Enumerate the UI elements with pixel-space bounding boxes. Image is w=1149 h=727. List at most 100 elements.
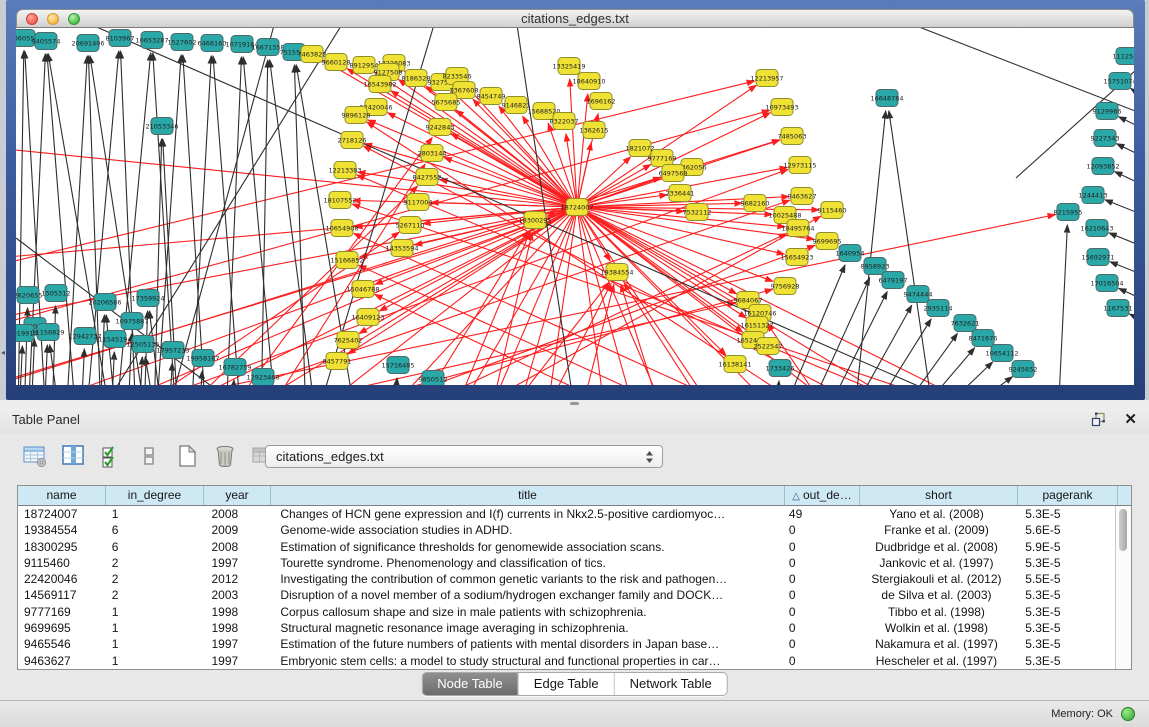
divider-collapse-arrow[interactable]: ◂ xyxy=(1,348,5,357)
cell-in_degree[interactable]: 1 xyxy=(106,506,204,522)
cell-name[interactable]: 9463627 xyxy=(18,653,106,669)
cell-year[interactable]: 1997 xyxy=(204,636,271,652)
graph-node[interactable]: 2522547 xyxy=(754,338,783,355)
graph-node[interactable]: 9682160 xyxy=(741,195,770,212)
cell-short[interactable]: Tibbo et al. (1998) xyxy=(858,604,1016,620)
cell-title[interactable]: Structural magnetic resonance image aver… xyxy=(270,620,783,636)
table-row[interactable]: 1872400712008Changes of HCN gene express… xyxy=(18,506,1115,522)
column-visibility-button[interactable] xyxy=(58,441,88,471)
cell-short[interactable]: Franke et al. (2009) xyxy=(858,522,1016,538)
cell-short[interactable]: Hescheler et al. (1997) xyxy=(858,653,1016,669)
cell-pagerank[interactable]: 5.9E-5 xyxy=(1015,539,1115,555)
graph-node[interactable]: 6497568 xyxy=(659,165,688,182)
column-header-title[interactable]: title xyxy=(271,486,785,505)
cell-pagerank[interactable]: 5.3E-5 xyxy=(1015,636,1115,652)
graph-node[interactable]: 1527602 xyxy=(168,34,197,51)
graph-edge[interactable] xyxy=(868,319,931,385)
graph-node[interactable]: 8427552 xyxy=(413,169,442,186)
graph-node[interactable]: 8103967 xyxy=(106,30,135,47)
graph-edge[interactable] xyxy=(1119,117,1134,140)
cell-year[interactable]: 1997 xyxy=(204,653,271,669)
graph-node[interactable]: 18107552 xyxy=(323,192,356,209)
graph-node[interactable]: 15692971 xyxy=(1081,249,1114,266)
graph-node[interactable]: 12213383 xyxy=(328,162,361,179)
graph-node[interactable]: 16210643 xyxy=(1080,220,1113,237)
graph-node[interactable]: 1733426 xyxy=(766,360,795,377)
selection-mode-button[interactable] xyxy=(96,441,126,471)
graph-node[interactable]: 15751074 xyxy=(1103,73,1134,90)
graph-node[interactable]: 13325419 xyxy=(552,58,585,75)
graph-node[interactable]: 9117004 xyxy=(404,194,433,211)
graph-node[interactable]: 9227343 xyxy=(1091,130,1120,147)
cell-out_de[interactable]: 0 xyxy=(783,587,858,603)
cell-name[interactable]: 9115460 xyxy=(18,555,106,571)
graph-node[interactable]: 8322037 xyxy=(550,113,579,130)
graph-node[interactable]: 5267110 xyxy=(396,217,425,234)
cell-year[interactable]: 1998 xyxy=(204,604,271,620)
cell-in_degree[interactable]: 1 xyxy=(106,604,204,620)
column-header-short[interactable]: short xyxy=(860,486,1018,505)
cell-in_degree[interactable]: 1 xyxy=(106,620,204,636)
cell-in_degree[interactable]: 2 xyxy=(106,555,204,571)
cell-title[interactable]: Changes of HCN gene expression and I(f) … xyxy=(270,506,783,522)
graph-node[interactable]: 2620655 xyxy=(16,287,42,304)
network-table-selector[interactable]: citations_edges.txt xyxy=(265,445,663,468)
graph-node[interactable]: 17359924 xyxy=(131,290,164,307)
cell-name[interactable]: 18300295 xyxy=(18,539,106,555)
graph-edge[interactable] xyxy=(577,94,588,207)
cell-title[interactable]: Estimation of significance thresholds fo… xyxy=(270,539,783,555)
graph-node[interactable]: 1167531 xyxy=(1104,300,1133,317)
graph-edge[interactable] xyxy=(932,362,993,385)
delete-rows-button[interactable] xyxy=(210,441,240,471)
table-row[interactable]: 1456911722003Disruption of a novel membe… xyxy=(18,587,1115,603)
cell-title[interactable]: Tourette syndrome. Phenomenology and cla… xyxy=(270,555,783,571)
graph-node[interactable]: 12973115 xyxy=(783,157,816,174)
graph-node[interactable]: 7632621 xyxy=(951,315,980,332)
cell-short[interactable]: Jankovic et al. (1997) xyxy=(858,555,1016,571)
graph-node[interactable]: 7485063 xyxy=(778,128,807,145)
network-graph[interactable]: 2060558940557420691406810396710653287152… xyxy=(16,28,1134,385)
graph-edge[interactable] xyxy=(953,377,1012,385)
cell-in_degree[interactable]: 1 xyxy=(106,653,204,669)
graph-edge[interactable] xyxy=(243,57,276,385)
cell-short[interactable]: Nakamura et al. (1997) xyxy=(858,636,1016,652)
cell-pagerank[interactable]: 5.3E-5 xyxy=(1015,587,1115,603)
graph-node[interactable]: 7532112 xyxy=(683,204,712,221)
graph-node[interactable]: 9245652 xyxy=(1009,361,1038,378)
cell-short[interactable]: Stergiakouli et al. (2012) xyxy=(858,571,1016,587)
cell-pagerank[interactable]: 5.6E-5 xyxy=(1015,522,1115,538)
graph-edge[interactable] xyxy=(44,345,47,385)
graph-edge[interactable] xyxy=(169,363,172,385)
float-window-icon[interactable] xyxy=(1091,412,1106,427)
graph-node[interactable]: 2718126 xyxy=(338,132,367,149)
cell-year[interactable]: 1998 xyxy=(204,620,271,636)
cell-out_de[interactable]: 0 xyxy=(783,571,858,587)
splitter-grip-icon[interactable] xyxy=(570,402,579,405)
graph-node[interactable]: 5675685 xyxy=(432,94,461,111)
graph-node[interactable]: 9896128 xyxy=(342,107,371,124)
graph-node[interactable]: 9699695 xyxy=(813,233,842,250)
graph-node[interactable]: 1244413 xyxy=(1079,187,1108,204)
cell-title[interactable]: Investigating the contribution of common… xyxy=(270,571,783,587)
graph-node[interactable]: 20691406 xyxy=(71,35,104,52)
cell-title[interactable]: Embryonic stem cells: a model to study s… xyxy=(270,653,783,669)
cell-name[interactable]: 14569117 xyxy=(18,587,106,603)
graph-edge[interactable] xyxy=(436,216,821,385)
graph-edge[interactable] xyxy=(577,143,591,207)
graph-edge[interactable] xyxy=(805,278,870,385)
graph-node[interactable]: 8471676 xyxy=(969,330,998,347)
new-table-button[interactable] xyxy=(172,441,202,471)
cell-year[interactable]: 2008 xyxy=(204,539,271,555)
vertical-scrollbar[interactable] xyxy=(1115,506,1131,669)
tab-edge-table[interactable]: Edge Table xyxy=(519,673,615,695)
table-row[interactable]: 969969511998Structural magnetic resonanc… xyxy=(18,620,1115,636)
close-panel-icon[interactable]: ✕ xyxy=(1124,413,1137,427)
cell-name[interactable]: 18724007 xyxy=(18,506,106,522)
graph-node[interactable]: 9474444 xyxy=(904,286,933,303)
cell-in_degree[interactable]: 2 xyxy=(106,587,204,603)
cell-year[interactable]: 2009 xyxy=(204,522,271,538)
graph-node[interactable]: 12213957 xyxy=(750,70,783,87)
graph-node[interactable]: 15654923 xyxy=(780,249,813,266)
table-row[interactable]: 946362711997Embryonic stem cells: a mode… xyxy=(18,653,1115,669)
graph-node[interactable]: 10975887 xyxy=(115,313,148,330)
